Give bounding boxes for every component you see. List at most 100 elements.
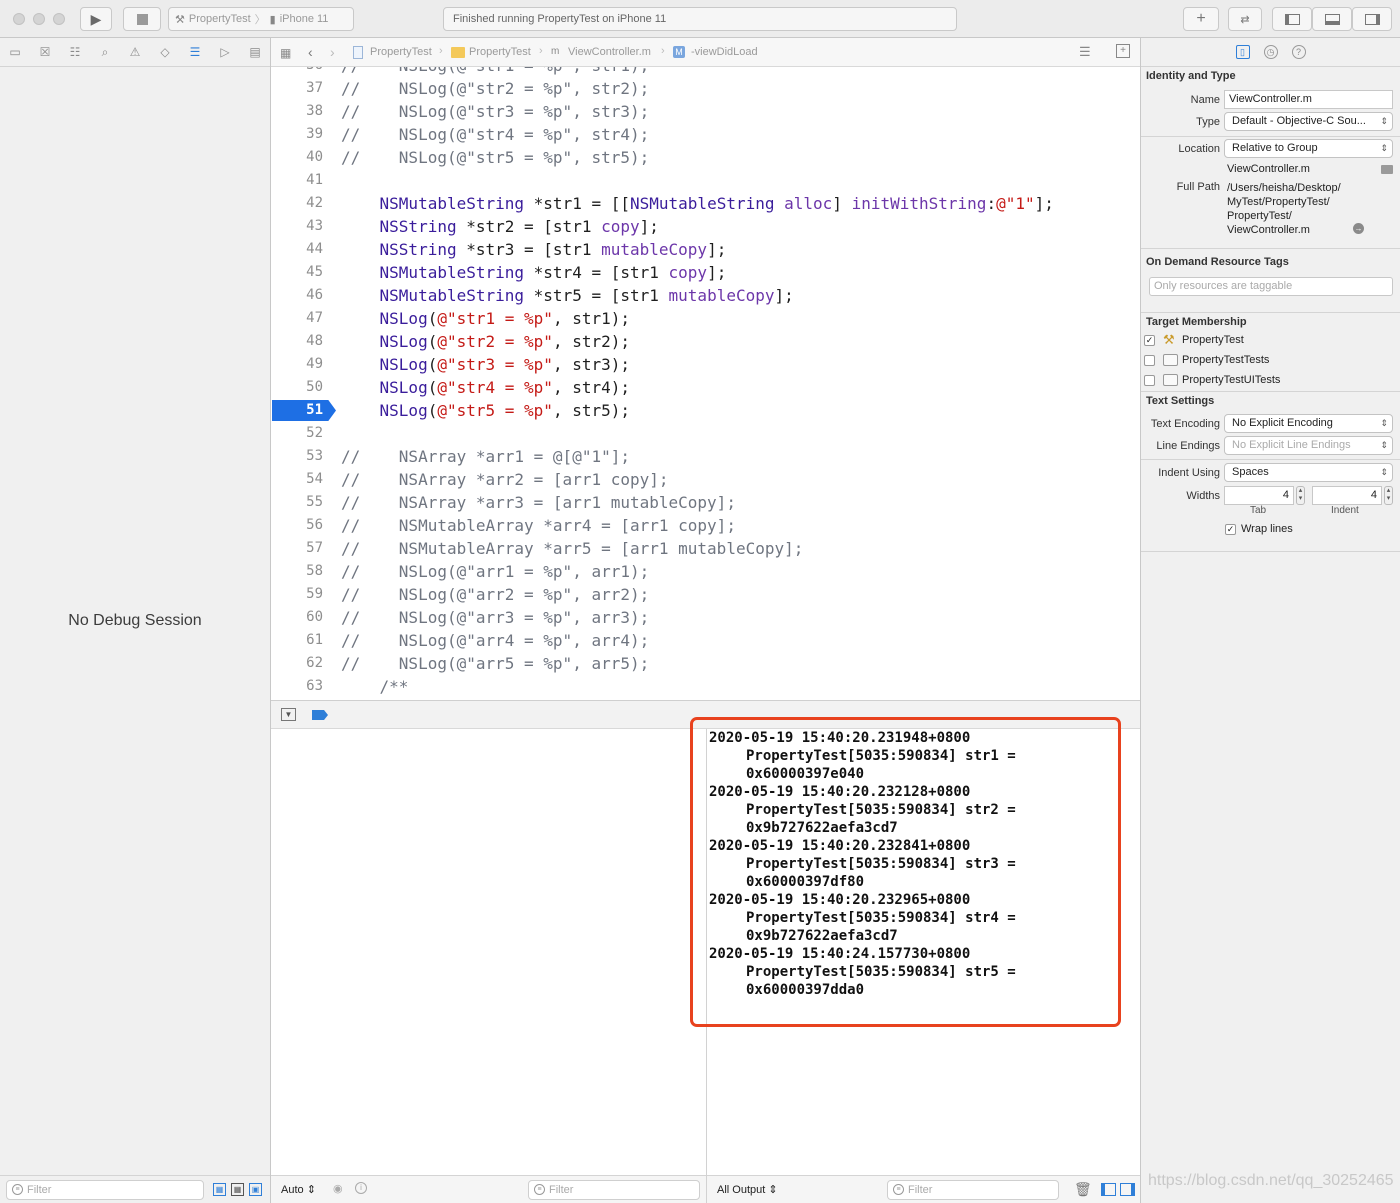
grid-filter-icon[interactable]: ▦ bbox=[213, 1183, 226, 1196]
code-line[interactable]: 36 // NSLog(@"str1 = %p", str1); bbox=[271, 67, 1140, 77]
code-line[interactable]: 57 // NSMutableArray *arr5 = [arr1 mutabl… bbox=[271, 537, 1140, 560]
report-icon[interactable]: ▤ bbox=[246, 43, 264, 61]
stop-button[interactable] bbox=[123, 7, 161, 31]
code-line[interactable]: 41 bbox=[271, 169, 1140, 192]
scheme-selector[interactable]: ⚒ PropertyTest 〉 ▮ iPhone 11 bbox=[168, 7, 354, 31]
line-number[interactable]: 61 bbox=[271, 629, 323, 652]
code-line[interactable]: 44 NSString *str3 = [str1 mutableCopy]; bbox=[271, 238, 1140, 261]
code-line[interactable]: 50 NSLog(@"str4 = %p", str4); bbox=[271, 376, 1140, 399]
line-number[interactable]: 56 bbox=[271, 514, 323, 537]
show-console-icon[interactable] bbox=[1120, 1183, 1135, 1196]
line-number[interactable]: 47 bbox=[271, 307, 323, 330]
line-number[interactable]: 53 bbox=[271, 445, 323, 468]
code-line[interactable]: 59 // NSLog(@"arr2 = %p", arr2); bbox=[271, 583, 1140, 606]
auto-scope-selector[interactable]: Auto ⇕ bbox=[281, 1183, 316, 1196]
line-number[interactable]: 54 bbox=[271, 468, 323, 491]
related-items-icon[interactable]: ▦ bbox=[280, 46, 291, 60]
tab-width-stepper[interactable]: ▴ ▾ bbox=[1296, 486, 1305, 505]
line-number[interactable]: 40 bbox=[271, 146, 323, 169]
close-window-button[interactable] bbox=[13, 13, 25, 25]
code-line[interactable]: 60 // NSLog(@"arr3 = %p", arr3); bbox=[271, 606, 1140, 629]
indent-width-field[interactable]: 4 bbox=[1312, 486, 1382, 505]
type-popup[interactable]: Default - Objective-C Sou... ⇕ bbox=[1224, 112, 1393, 131]
code-line[interactable]: 37 // NSLog(@"str2 = %p", str2); bbox=[271, 77, 1140, 100]
breadcrumb-group[interactable]: PropertyTest bbox=[469, 46, 531, 58]
line-number[interactable]: 41 bbox=[271, 169, 323, 192]
text-encoding-popup[interactable]: No Explicit Encoding ⇕ bbox=[1224, 414, 1393, 433]
run-button[interactable]: ▶ bbox=[80, 7, 112, 31]
line-number[interactable]: 57 bbox=[271, 537, 323, 560]
library-button[interactable]: + bbox=[1183, 7, 1219, 31]
location-popup[interactable]: Relative to Group ⇕ bbox=[1224, 139, 1393, 158]
tags-field[interactable]: Only resources are taggable bbox=[1149, 277, 1393, 296]
code-line[interactable]: 47 NSLog(@"str1 = %p", str1); bbox=[271, 307, 1140, 330]
line-number[interactable]: 38 bbox=[271, 100, 323, 123]
line-number[interactable]: 36 bbox=[271, 67, 323, 77]
folder-icon[interactable]: ▭ bbox=[6, 43, 24, 61]
code-review-button[interactable]: ⇄ bbox=[1228, 7, 1262, 31]
line-number[interactable]: 51 bbox=[271, 399, 323, 422]
name-field[interactable]: ViewController.m bbox=[1224, 90, 1393, 109]
code-line[interactable]: 48 NSLog(@"str2 = %p", str2); bbox=[271, 330, 1140, 353]
target-checkbox[interactable]: ✓ bbox=[1144, 335, 1155, 346]
split-editor-icon[interactable]: + bbox=[1116, 44, 1130, 58]
file-inspector-icon[interactable]: ▯ bbox=[1235, 45, 1250, 59]
show-variables-icon[interactable] bbox=[1101, 1183, 1116, 1196]
target-checkbox[interactable] bbox=[1144, 375, 1155, 386]
breadcrumb-method[interactable]: -viewDidLoad bbox=[691, 46, 758, 58]
code-line[interactable]: 54 // NSArray *arr2 = [arr1 copy]; bbox=[271, 468, 1140, 491]
line-number[interactable]: 43 bbox=[271, 215, 323, 238]
line-number[interactable]: 63 bbox=[271, 675, 323, 698]
breadcrumb-file[interactable]: ViewController.m bbox=[568, 46, 651, 58]
toggle-inspector-button[interactable] bbox=[1352, 7, 1392, 31]
indent-using-popup[interactable]: Spaces ⇕ bbox=[1224, 463, 1393, 482]
line-number[interactable]: 59 bbox=[271, 583, 323, 606]
back-arrow-icon[interactable]: ‹ bbox=[308, 44, 313, 60]
code-line[interactable]: 49 NSLog(@"str3 = %p", str3); bbox=[271, 353, 1140, 376]
history-inspector-icon[interactable]: ◷ bbox=[1263, 45, 1278, 59]
eye-icon[interactable]: ◉ bbox=[333, 1182, 343, 1195]
code-line[interactable]: 42 NSMutableString *str1 = [[NSMutableSt… bbox=[271, 192, 1140, 215]
target-checkbox[interactable] bbox=[1144, 355, 1155, 366]
code-line[interactable]: 53 // NSArray *arr1 = @[@"1"]; bbox=[271, 445, 1140, 468]
navigator-filter-input[interactable]: ≡ Filter bbox=[6, 1180, 204, 1200]
breakpoints-toggle-icon[interactable] bbox=[312, 710, 328, 720]
line-number[interactable]: 52 bbox=[271, 422, 323, 445]
toggle-debug-area-button[interactable] bbox=[1312, 7, 1352, 31]
line-number[interactable]: 39 bbox=[271, 123, 323, 146]
breakpoint-icon[interactable]: ▷ bbox=[216, 43, 234, 61]
code-line[interactable]: 45 NSMutableString *str4 = [str1 copy]; bbox=[271, 261, 1140, 284]
wrap-lines-checkbox[interactable]: ✓ bbox=[1225, 524, 1236, 535]
reveal-in-finder-icon[interactable]: → bbox=[1353, 223, 1364, 234]
symbol-icon[interactable]: ☷ bbox=[66, 43, 84, 61]
code-line[interactable]: 46 NSMutableString *str5 = [str1 mutable… bbox=[271, 284, 1140, 307]
breadcrumb-project[interactable]: PropertyTest bbox=[370, 46, 432, 58]
code-area[interactable]: 36 // NSLog(@"str1 = %p", str1); 37 // NSLo… bbox=[271, 67, 1140, 700]
code-line[interactable]: 43 NSString *str2 = [str1 copy]; bbox=[271, 215, 1140, 238]
debug-navigator-icon[interactable]: ☰ bbox=[186, 43, 204, 61]
indent-width-stepper[interactable]: ▴ ▾ bbox=[1384, 486, 1393, 505]
test-icon[interactable]: ◇ bbox=[156, 43, 174, 61]
variables-filter-input[interactable]: ≡ Filter bbox=[528, 1180, 700, 1200]
hide-debug-area-icon[interactable]: ▼ bbox=[281, 708, 296, 721]
code-line[interactable]: 38 // NSLog(@"str3 = %p", str3); bbox=[271, 100, 1140, 123]
search-icon[interactable]: ⌕ bbox=[96, 43, 114, 61]
line-endings-popup[interactable]: No Explicit Line Endings ⇕ bbox=[1224, 436, 1393, 455]
code-line[interactable]: 62 // NSLog(@"arr5 = %p", arr5); bbox=[271, 652, 1140, 675]
forward-arrow-icon[interactable]: › bbox=[330, 44, 335, 60]
editor-options-icon[interactable]: ☰ bbox=[1079, 44, 1091, 60]
line-number[interactable]: 45 bbox=[271, 261, 323, 284]
trash-icon[interactable]: 🗑 bbox=[1074, 1181, 1092, 1198]
code-line[interactable]: 61 // NSLog(@"arr4 = %p", arr4); bbox=[271, 629, 1140, 652]
code-line[interactable]: 51 NSLog(@"str5 = %p", str5); bbox=[271, 399, 1140, 422]
line-number[interactable]: 58 bbox=[271, 560, 323, 583]
frames-filter-icon[interactable]: ▦ bbox=[231, 1183, 244, 1196]
line-number[interactable]: 55 bbox=[271, 491, 323, 514]
console-filter-input[interactable]: ≡ Filter bbox=[887, 1180, 1059, 1200]
line-number[interactable]: 50 bbox=[271, 376, 323, 399]
code-line[interactable]: 58 // NSLog(@"arr1 = %p", arr1); bbox=[271, 560, 1140, 583]
line-number[interactable]: 46 bbox=[271, 284, 323, 307]
help-inspector-icon[interactable]: ? bbox=[1291, 45, 1306, 59]
warning-icon[interactable]: ⚠ bbox=[126, 43, 144, 61]
output-selector[interactable]: All Output ⇕ bbox=[717, 1183, 778, 1196]
